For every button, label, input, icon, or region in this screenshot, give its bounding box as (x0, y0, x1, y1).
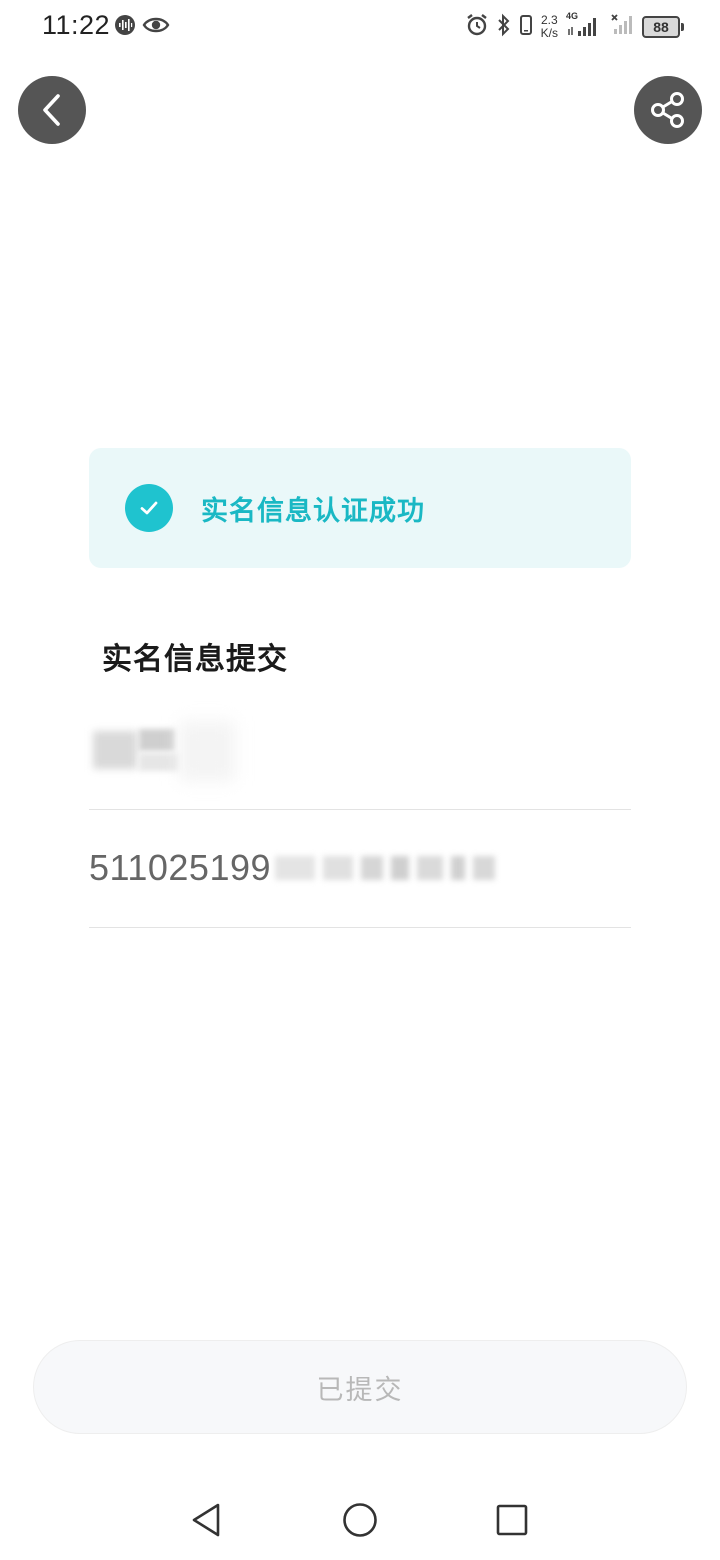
submitted-button[interactable]: 已提交 (33, 1340, 687, 1434)
name-mask (89, 715, 239, 785)
status-time: 11:22 (42, 10, 111, 40)
bluetooth-icon (497, 13, 511, 41)
nav-recent-icon (496, 1504, 528, 1536)
nav-recent-button[interactable] (492, 1500, 532, 1540)
id-number-mask (275, 856, 496, 880)
signal-icon: 4G (566, 11, 602, 39)
success-banner: 实名信息认证成功 (89, 448, 631, 568)
id-number-field[interactable]: 511025199 (89, 809, 631, 928)
nav-back-button[interactable] (186, 1500, 226, 1540)
vibrate-icon (519, 13, 533, 41)
no-signal-icon (610, 13, 634, 41)
nav-home-icon (343, 1503, 377, 1537)
alarm-icon (465, 13, 489, 41)
screen: 11:22 2.3 K/s 4G 88 实名信息认证成功 实名信息提交 5110… (0, 0, 720, 1560)
voice-icon (114, 14, 136, 40)
system-nav-bar (0, 1480, 720, 1560)
back-button[interactable] (18, 76, 86, 144)
name-field[interactable] (89, 691, 631, 810)
share-button[interactable] (634, 76, 702, 144)
section-title: 实名信息提交 (102, 642, 288, 677)
nav-back-icon (192, 1503, 220, 1537)
status-left-icons (114, 14, 170, 40)
battery-indicator: 88 (642, 16, 684, 38)
check-icon (125, 484, 173, 532)
chevron-left-icon (43, 94, 60, 126)
net-speed: 2.3 K/s (540, 13, 558, 40)
status-bar: 11:22 2.3 K/s 4G 88 (0, 0, 720, 56)
nav-home-button[interactable] (340, 1500, 380, 1540)
id-number-value: 511025199 (89, 847, 272, 888)
eye-icon (142, 14, 170, 40)
status-right-icons: 2.3 K/s 4G 88 (465, 10, 684, 44)
share-icon (651, 92, 684, 128)
success-text: 实名信息认证成功 (201, 495, 425, 527)
